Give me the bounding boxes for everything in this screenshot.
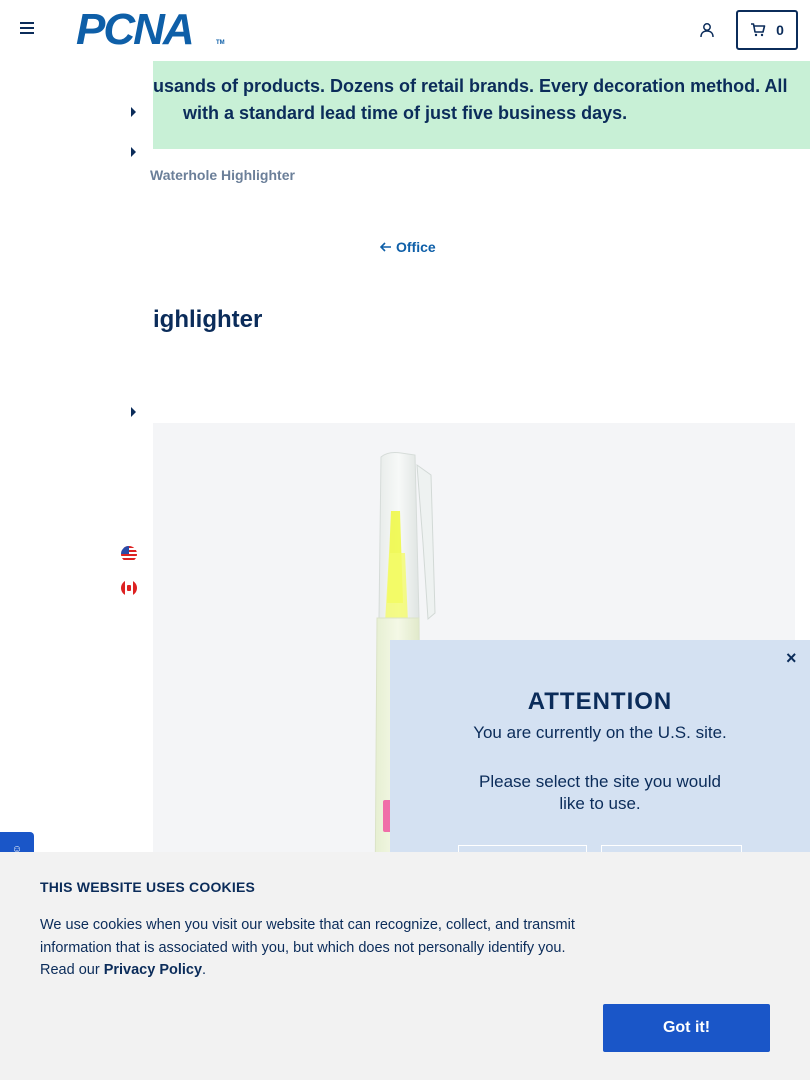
cookie-banner: THIS WEBSITE USES COOKIES We use cookies…: [0, 852, 810, 1080]
back-link-label: Office: [396, 239, 436, 255]
page: PCNA TM 0 usands of products. Dozens of …: [0, 0, 810, 1080]
accept-cookies-button[interactable]: Got it!: [603, 1004, 770, 1052]
arrow-left-icon: [380, 242, 391, 252]
modal-message: You are currently on the U.S. site.: [473, 723, 727, 742]
cookie-message: We use cookies when you visit our websit…: [40, 914, 600, 982]
logo-text: PCNA: [76, 5, 195, 54]
menu-expand-arrow-icon[interactable]: [131, 107, 136, 117]
us-flag-icon[interactable]: [121, 546, 137, 562]
user-icon[interactable]: [699, 22, 715, 38]
product-title: ighlighter: [153, 306, 263, 333]
menu-expand-arrow-icon[interactable]: [131, 147, 136, 157]
modal-prompt: Please select the site you would like to…: [479, 772, 721, 813]
modal-title: ATTENTION: [527, 688, 673, 715]
cart-button[interactable]: 0: [736, 10, 798, 50]
banner-line-2: with a standard lead time of just five b…: [183, 103, 628, 123]
cookie-title: THIS WEBSITE USES COOKIES: [40, 879, 256, 895]
banner-line-1: usands of products. Dozens of retail bra…: [153, 76, 788, 96]
promo-banner: usands of products. Dozens of retail bra…: [153, 61, 810, 149]
breadcrumb: Waterhole Highlighter: [150, 167, 295, 183]
menu-expand-arrow-icon[interactable]: [131, 407, 136, 417]
privacy-policy-link[interactable]: Privacy Policy: [104, 962, 202, 978]
logo-trademark: TM: [216, 40, 225, 46]
breadcrumb-current: Waterhole Highlighter: [150, 167, 295, 183]
cart-icon: [751, 23, 766, 37]
site-header: PCNA TM 0: [0, 0, 810, 60]
back-to-category-link[interactable]: Office: [380, 239, 436, 255]
cookie-body-period: .: [202, 962, 207, 978]
close-icon[interactable]: ×: [786, 648, 797, 669]
cart-count: 0: [776, 22, 784, 38]
pcna-logo[interactable]: PCNA TM: [76, 5, 226, 54]
hamburger-icon[interactable]: [20, 22, 36, 36]
canada-flag-icon[interactable]: [121, 580, 137, 596]
